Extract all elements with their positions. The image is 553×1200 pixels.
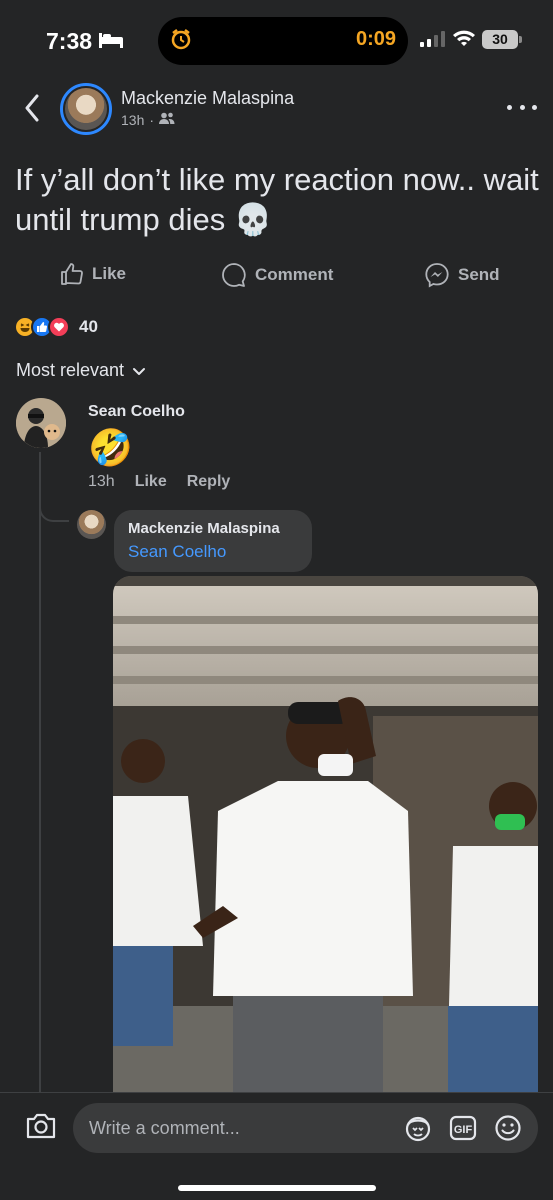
reply-bubble: Mackenzie Malaspina Sean Coelho <box>114 510 312 572</box>
battery-tip <box>519 36 522 43</box>
chevron-down-icon <box>133 367 146 375</box>
reaction-count: 40 <box>79 317 98 336</box>
bed-icon <box>98 31 124 54</box>
wifi-icon <box>452 29 476 52</box>
love-reaction-icon <box>48 316 70 338</box>
like-button[interactable]: Like <box>60 262 126 286</box>
thread-connector <box>39 496 69 522</box>
send-label: Send <box>458 265 500 284</box>
post-text: If y’all don’t like my reaction now.. wa… <box>15 162 539 237</box>
post-actions: Like Comment Send <box>0 262 553 294</box>
comment-composer-bar: GIF <box>0 1092 553 1200</box>
battery-icon: 30 <box>482 30 518 49</box>
timer-readout: 0:09 <box>356 28 397 50</box>
comment-input[interactable] <box>89 1103 389 1153</box>
camera-icon[interactable] <box>25 1112 57 1145</box>
alarm-icon <box>170 28 192 55</box>
post-time: 13h <box>121 112 145 128</box>
gif-icon[interactable]: GIF <box>449 1114 477 1147</box>
comment-like-button[interactable]: Like <box>135 473 167 491</box>
signal-icon <box>420 31 446 52</box>
author-name[interactable]: Mackenzie Malaspina <box>121 88 294 109</box>
comment-label: Comment <box>255 265 334 284</box>
send-button[interactable]: Send <box>424 262 500 288</box>
comment-body: 🤣 <box>88 427 133 468</box>
comment-meta: 13h Like Reply <box>88 473 230 491</box>
more-options-button[interactable] <box>507 100 537 114</box>
reply-gif-attachment[interactable] <box>113 576 538 1096</box>
gif-icon-label: GIF <box>454 1124 473 1136</box>
meta-separator: · <box>149 112 155 128</box>
commenter-avatar[interactable] <box>16 398 66 448</box>
reaction-summary[interactable]: 40 <box>14 316 98 338</box>
status-bar: 7:38 0:09 30 <box>0 0 553 80</box>
comment-time: 13h <box>88 473 115 490</box>
comment-icon <box>222 263 246 287</box>
thumbs-up-icon <box>61 263 83 285</box>
chevron-left-icon <box>25 94 39 122</box>
author-avatar[interactable] <box>60 83 112 135</box>
comment-input-field[interactable]: GIF <box>73 1103 538 1153</box>
replier-avatar[interactable] <box>77 510 106 539</box>
messenger-icon <box>425 263 449 288</box>
like-label: Like <box>92 264 127 283</box>
post-meta: 13h · <box>121 112 175 128</box>
status-time: 7:38 <box>46 28 93 54</box>
comment-reply-button[interactable]: Reply <box>187 473 231 491</box>
home-indicator[interactable] <box>178 1185 376 1191</box>
comment-sort-dropdown[interactable]: Most relevant <box>16 360 146 381</box>
sort-label: Most relevant <box>16 360 125 380</box>
friends-icon[interactable] <box>159 112 175 128</box>
reply-mention-link[interactable]: Sean Coelho <box>128 542 298 562</box>
emoji-icon[interactable] <box>494 1114 522 1147</box>
comment-button[interactable]: Comment <box>221 262 333 288</box>
thread-line <box>39 452 41 1092</box>
commenter-name[interactable]: Sean Coelho <box>88 403 185 421</box>
avatar-sticker-icon[interactable] <box>403 1114 433 1147</box>
replier-name[interactable]: Mackenzie Malaspina <box>128 520 298 537</box>
back-button[interactable] <box>18 92 46 124</box>
